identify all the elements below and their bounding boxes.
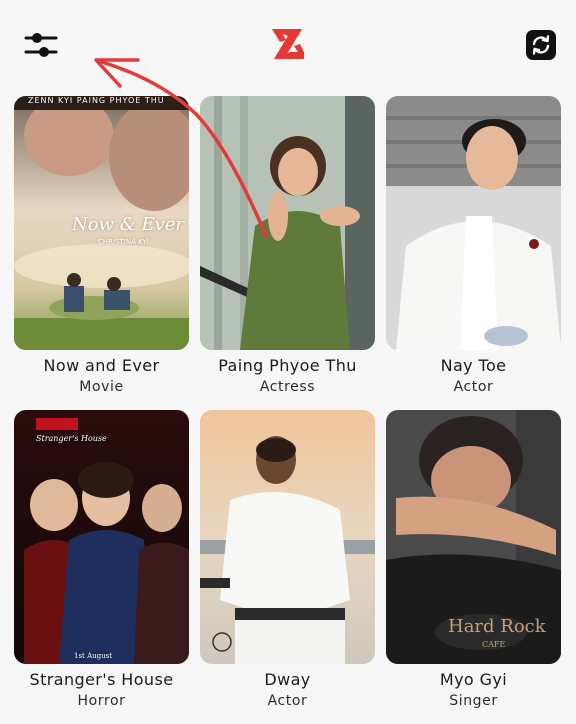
shirt-print-text: Hard Rock [448, 616, 546, 637]
card-title: Now and Ever [43, 356, 160, 375]
poster-date: 1st August [74, 652, 113, 660]
actor-photo [200, 410, 375, 664]
card-title: Myo Gyi [439, 670, 508, 689]
shirt-print-subtext: CAFE [482, 640, 506, 649]
poster-top-names: ZENN KYI PAING PHYOE THU [28, 96, 165, 105]
card-paing-phyoe-thu[interactable]: Paing Phyoe Thu Actress [200, 96, 375, 410]
card-now-and-ever[interactable]: ZENN KYI PAING PHYOE THU Now & Ever CHRI… [14, 96, 189, 410]
card-strangers-house[interactable]: Stranger's House 1st August Stranger's H… [14, 410, 189, 724]
card-subtitle: Singer [449, 693, 498, 709]
card-dway[interactable]: Dway Actor [200, 410, 375, 724]
refresh-button[interactable] [526, 30, 556, 60]
refresh-icon [532, 35, 550, 55]
card-subtitle: Horror [77, 693, 126, 709]
card-title: Nay Toe [440, 356, 507, 375]
singer-photo: Hard Rock CAFE [386, 410, 561, 664]
actress-photo [200, 96, 375, 350]
card-subtitle: Actor [453, 379, 494, 395]
poster-credit: CHRISTINA KYI [98, 238, 149, 246]
card-myo-gyi[interactable]: Hard Rock CAFE Myo Gyi Singer [386, 410, 561, 724]
content-grid: ZENN KYI PAING PHYOE THU Now & Ever CHRI… [14, 96, 562, 724]
card-title: Paing Phyoe Thu [218, 356, 357, 375]
card-title: Dway [264, 670, 311, 689]
poster-logo-text: Stranger's House [36, 434, 107, 443]
card-title: Stranger's House [29, 670, 174, 689]
poster-script-title: Now & Ever [72, 214, 185, 235]
card-subtitle: Movie [79, 379, 124, 395]
card-nay-toe[interactable]: Nay Toe Actor [386, 96, 561, 410]
movie-poster-image: ZENN KYI PAING PHYOE THU Now & Ever CHRI… [14, 96, 189, 350]
movie-poster-image: Stranger's House 1st August [14, 410, 189, 664]
card-subtitle: Actor [267, 693, 308, 709]
card-subtitle: Actress [259, 379, 316, 395]
z-logo-icon [268, 26, 308, 62]
sliders-icon [24, 33, 58, 57]
top-bar [0, 0, 576, 88]
actor-photo [386, 96, 561, 350]
filter-button[interactable] [22, 26, 62, 66]
